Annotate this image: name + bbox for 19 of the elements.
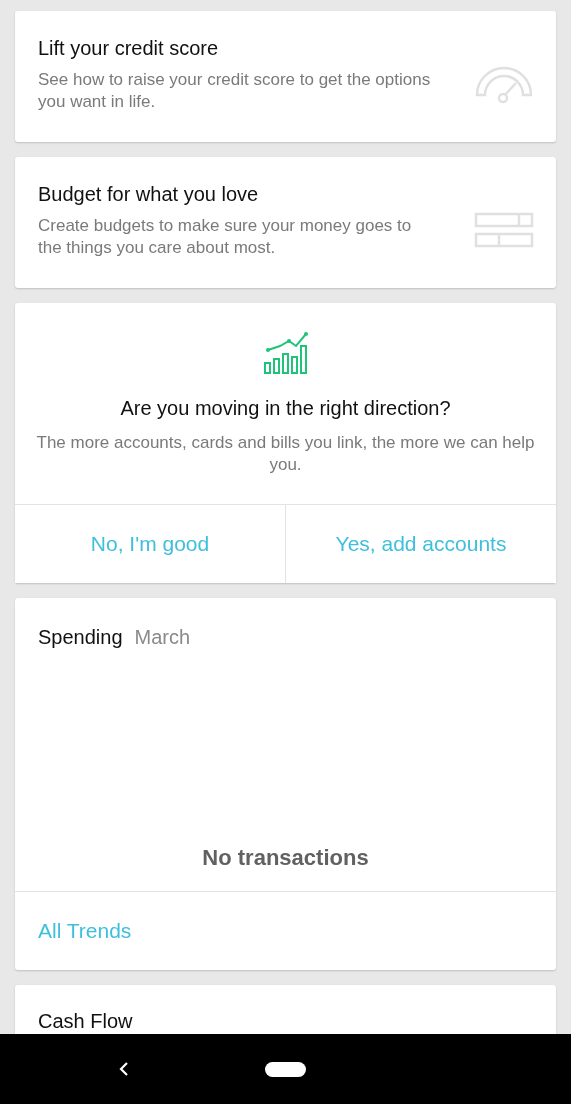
home-button[interactable]	[265, 1061, 306, 1077]
text-button[interactable]: Yes, add accounts	[285, 505, 556, 583]
empty-message: No transactions	[202, 845, 369, 872]
card-description: Create budgets to make sure your money goes to the things you care about most.	[38, 215, 413, 259]
prompt-title: Are you moving in the right direction?	[120, 397, 451, 420]
all-trends-link[interactable]: All Trends	[38, 919, 132, 943]
bar-chart-icon	[261, 329, 310, 377]
card-description: See how to raise your credit score to get the options you want in life.	[38, 69, 432, 113]
card-title: Spending	[38, 626, 123, 649]
budget-icon	[474, 211, 534, 248]
card-title: Cash Flow	[38, 1010, 133, 1032]
promo-card[interactable]: Budget for what you love Create budgets to make sure your money goes to the things you care about most.	[15, 157, 556, 288]
period-label: March	[134, 626, 191, 649]
back-icon[interactable]	[118, 1061, 130, 1077]
card-title: Budget for what you love	[38, 183, 260, 206]
promo-card[interactable]: Lift your credit score See how to raise your credit score to get the options you want in life.	[15, 11, 556, 142]
card-title: Lift your credit score	[38, 37, 220, 60]
prompt-description: The more accounts, cards and bills you link, the more we can help you.	[35, 432, 536, 476]
text-button[interactable]: No, I'm good	[15, 505, 285, 583]
